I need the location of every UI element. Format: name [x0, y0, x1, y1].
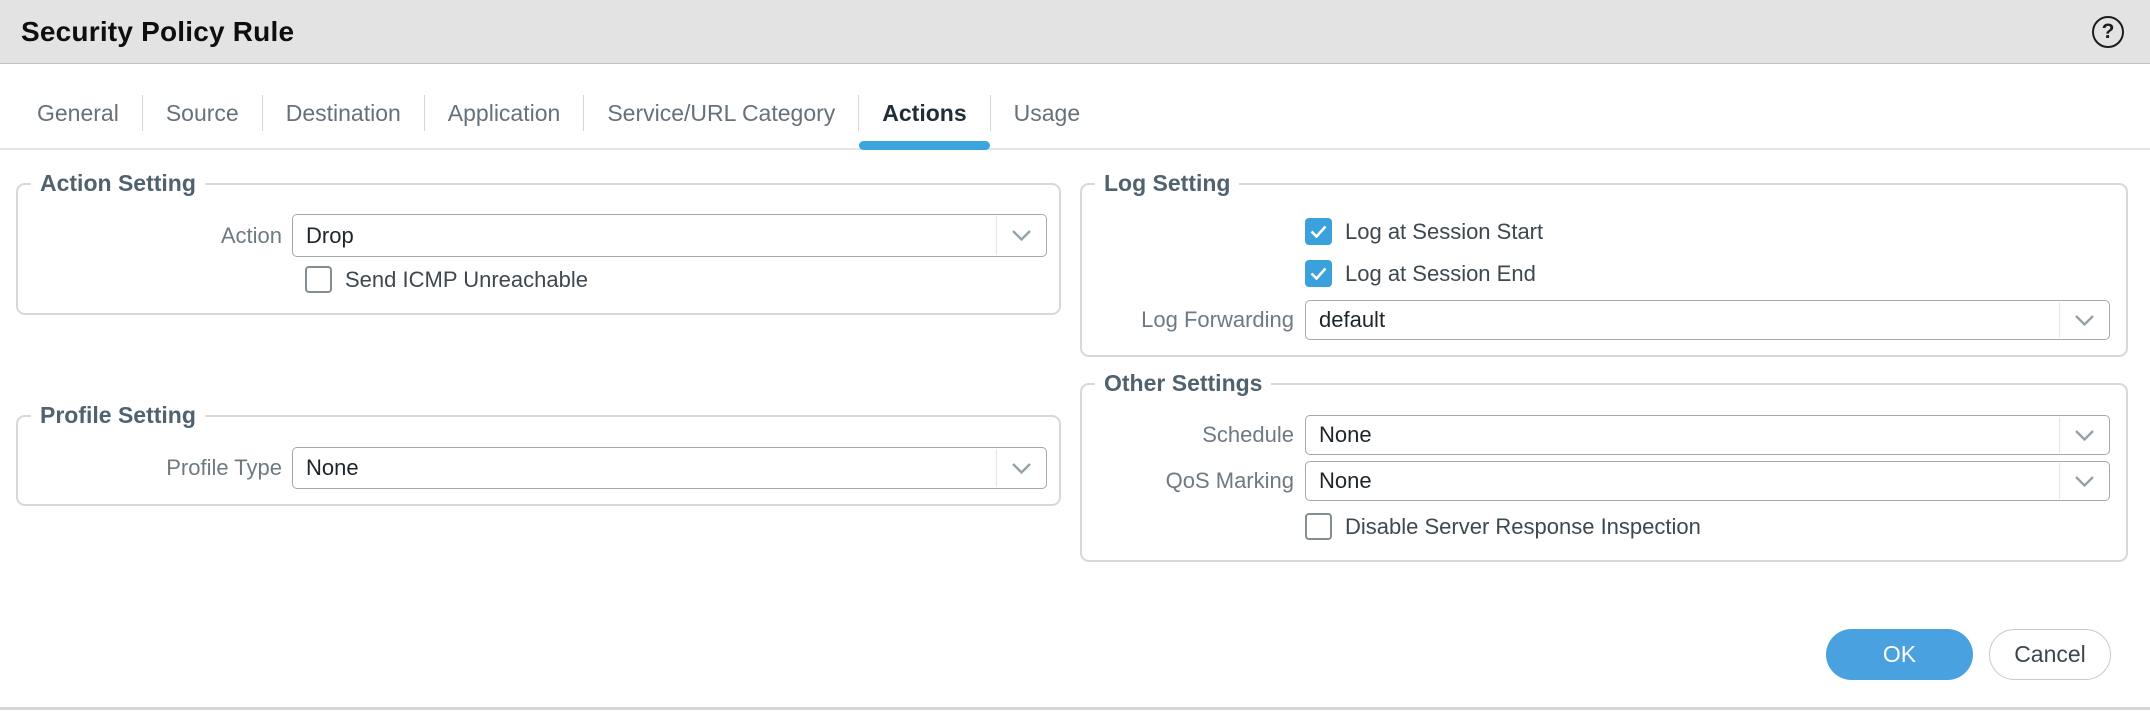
profile-type-dropdown[interactable]: None	[292, 447, 1047, 489]
dialog-titlebar: Security Policy Rule ?	[0, 0, 2150, 64]
schedule-dropdown[interactable]: None	[1305, 415, 2110, 455]
other-settings-panel: Other Settings Schedule None QoS Marking…	[1080, 383, 2128, 562]
send-icmp-unreachable-checkbox[interactable]: Send ICMP Unreachable	[305, 266, 588, 293]
profile-type-label: Profile Type	[18, 455, 292, 481]
action-setting-legend: Action Setting	[31, 170, 205, 197]
security-policy-rule-dialog: Security Policy Rule ? General Source De…	[0, 0, 2150, 714]
ok-button[interactable]: OK	[1826, 629, 1973, 680]
dialog-bottom-edge	[0, 707, 2150, 710]
qos-marking-label: QoS Marking	[1082, 468, 1305, 494]
log-forwarding-dropdown[interactable]: default	[1305, 300, 2110, 340]
log-forwarding-dropdown-value: default	[1319, 307, 1385, 333]
tab-actions[interactable]: Actions	[859, 78, 989, 148]
log-forwarding-label: Log Forwarding	[1082, 307, 1305, 333]
tab-service-url-category[interactable]: Service/URL Category	[584, 78, 858, 148]
cancel-button[interactable]: Cancel	[1989, 629, 2111, 680]
send-icmp-unreachable-label: Send ICMP Unreachable	[345, 267, 588, 293]
dialog-title: Security Policy Rule	[21, 16, 294, 48]
qos-marking-dropdown-value: None	[1319, 468, 1372, 494]
tab-bar: General Source Destination Application S…	[0, 64, 2150, 150]
checkbox-box	[305, 266, 332, 293]
chevron-down-icon	[2059, 463, 2109, 499]
checkbox-box	[1305, 513, 1332, 540]
qos-marking-dropdown[interactable]: None	[1305, 461, 2110, 501]
action-setting-panel: Action Setting Action Drop Send ICMP Unr…	[16, 183, 1061, 315]
help-icon[interactable]: ?	[2092, 16, 2124, 48]
action-dropdown[interactable]: Drop	[292, 214, 1047, 257]
log-at-session-start-label: Log at Session Start	[1345, 219, 1543, 245]
action-label: Action	[18, 223, 292, 249]
schedule-dropdown-value: None	[1319, 422, 1372, 448]
log-at-session-start-checkbox[interactable]: Log at Session Start	[1305, 218, 1543, 245]
disable-server-response-inspection-label: Disable Server Response Inspection	[1345, 514, 1701, 540]
other-settings-legend: Other Settings	[1095, 370, 1271, 397]
chevron-down-icon	[2059, 417, 2109, 453]
log-setting-legend: Log Setting	[1095, 170, 1239, 197]
action-dropdown-value: Drop	[306, 223, 354, 249]
chevron-down-icon	[2059, 302, 2109, 338]
profile-setting-legend: Profile Setting	[31, 402, 205, 429]
chevron-down-icon	[996, 216, 1046, 255]
profile-setting-panel: Profile Setting Profile Type None	[16, 415, 1061, 506]
chevron-down-icon	[996, 449, 1046, 487]
disable-server-response-inspection-checkbox[interactable]: Disable Server Response Inspection	[1305, 513, 1701, 540]
log-at-session-end-label: Log at Session End	[1345, 261, 1536, 287]
schedule-label: Schedule	[1082, 422, 1305, 448]
tab-usage[interactable]: Usage	[991, 78, 1103, 148]
tab-application[interactable]: Application	[425, 78, 584, 148]
tab-general[interactable]: General	[14, 78, 142, 148]
tab-source[interactable]: Source	[143, 78, 262, 148]
checkbox-box	[1305, 218, 1332, 245]
log-setting-panel: Log Setting Log at Session Start Log at …	[1080, 183, 2128, 357]
profile-type-dropdown-value: None	[306, 455, 359, 481]
tab-destination[interactable]: Destination	[263, 78, 424, 148]
log-at-session-end-checkbox[interactable]: Log at Session End	[1305, 260, 1536, 287]
checkbox-box	[1305, 260, 1332, 287]
